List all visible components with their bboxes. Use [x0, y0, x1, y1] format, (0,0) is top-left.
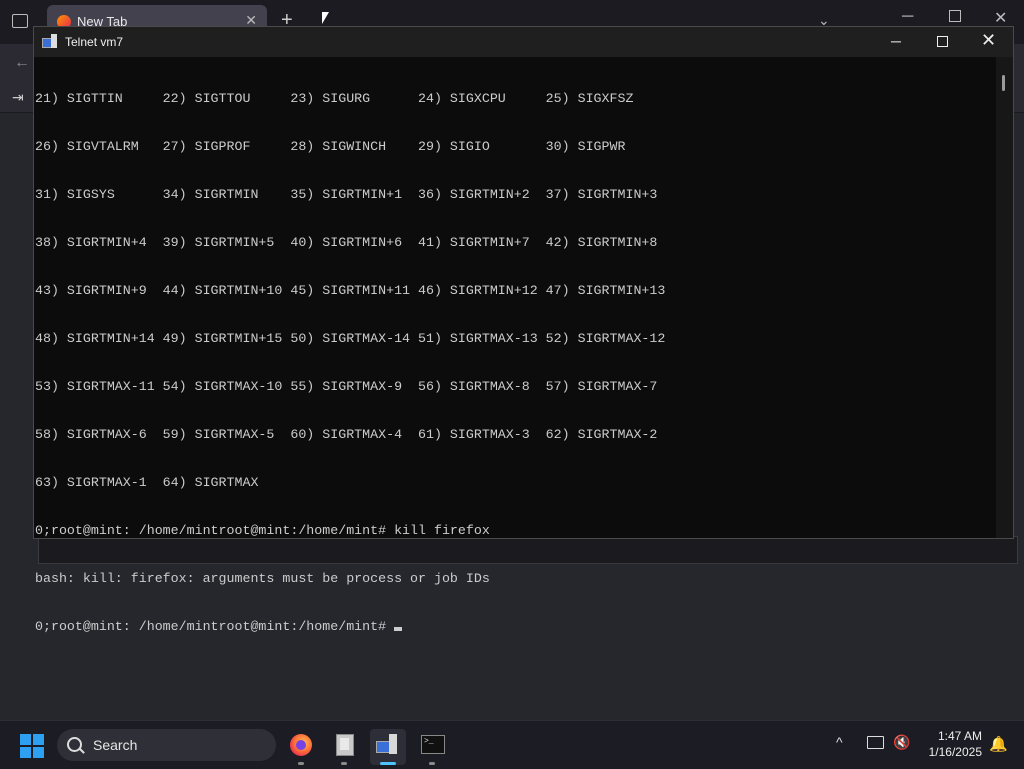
text-cursor [394, 627, 403, 631]
terminal-icon [421, 735, 445, 754]
prompt-line[interactable]: 0;root@mint: /home/mintroot@mint:/home/m… [35, 619, 995, 635]
minimize-button[interactable]: ─ [891, 33, 901, 49]
browser-close-button[interactable]: ✕ [994, 8, 1007, 28]
close-button[interactable]: ✕ [981, 31, 996, 49]
search-box[interactable]: Search [57, 729, 276, 761]
running-indicator [341, 762, 347, 765]
file-cabinet-icon [336, 734, 354, 756]
mouse-pointer-icon [322, 12, 329, 24]
console-line: 48) SIGRTMIN+14 49) SIGRTMIN+15 50) SIGR… [35, 331, 666, 346]
clock-time: 1:47 AM [937, 729, 982, 743]
taskbar-terminal[interactable] [414, 729, 450, 765]
firefox-icon [290, 734, 312, 756]
maximize-button[interactable] [937, 36, 948, 47]
back-arrow-icon[interactable]: ← [14, 54, 30, 72]
taskbar: Search ^ 🔇 1:47 AM 1/16/2025 🔔 [0, 720, 1024, 769]
volume-muted-icon[interactable]: 🔇 [893, 734, 910, 751]
console-line: 0;root@mint: /home/mintroot@mint:/home/m… [35, 523, 490, 538]
console-line: 43) SIGRTMIN+9 44) SIGRTMIN+10 45) SIGRT… [35, 283, 666, 298]
start-button[interactable] [20, 734, 44, 758]
telnet-app-icon [42, 34, 58, 48]
console-line: 58) SIGRTMAX-6 59) SIGRTMAX-5 60) SIGRTM… [35, 427, 658, 442]
running-indicator [429, 762, 435, 765]
sidebar-icon[interactable] [12, 14, 28, 28]
active-indicator [380, 762, 396, 765]
console-line: 53) SIGRTMAX-11 54) SIGRTMAX-10 55) SIGR… [35, 379, 658, 394]
console-output[interactable]: 21) SIGTTIN 22) SIGTTOU 23) SIGURG 24) S… [35, 59, 995, 634]
console-line: 63) SIGRTMAX-1 64) SIGRTMAX [35, 475, 259, 490]
console-line: bash: kill: firefox: arguments must be p… [35, 571, 490, 586]
clock-date: 1/16/2025 [928, 745, 982, 759]
network-icon[interactable] [867, 736, 884, 749]
browser-minimize-button[interactable]: ─ [902, 8, 913, 26]
console-line: 26) SIGVTALRM 27) SIGPROF 28) SIGWINCH 2… [35, 139, 626, 154]
taskbar-file-cabinet[interactable] [326, 729, 362, 765]
notification-bell-icon[interactable]: 🔔 [989, 735, 1008, 753]
vertical-scrollbar[interactable] [996, 57, 1013, 538]
running-indicator [298, 762, 304, 765]
taskbar-telnet[interactable] [370, 729, 406, 765]
console-line: 38) SIGRTMIN+4 39) SIGRTMIN+5 40) SIGRTM… [35, 235, 658, 250]
window-title: Telnet vm7 [65, 35, 124, 49]
scrollbar-thumb[interactable] [1002, 75, 1005, 91]
console-line: 21) SIGTTIN 22) SIGTTOU 23) SIGURG 24) S… [35, 91, 634, 106]
shell-prompt: 0;root@mint: /home/mintroot@mint:/home/m… [35, 619, 395, 634]
search-label: Search [93, 737, 138, 753]
show-hidden-icons-chevron-icon[interactable]: ^ [836, 734, 843, 750]
browser-restore-button[interactable] [949, 10, 961, 22]
taskbar-firefox[interactable] [283, 729, 319, 765]
clock[interactable]: 1:47 AM 1/16/2025 [920, 728, 982, 760]
console-line: 31) SIGSYS 34) SIGRTMIN 35) SIGRTMIN+1 3… [35, 187, 658, 202]
search-icon [67, 737, 82, 752]
telnet-titlebar[interactable]: Telnet vm7 ─ ✕ [34, 27, 1013, 57]
login-icon[interactable]: ⇥ [12, 89, 24, 106]
telnet-window[interactable]: Telnet vm7 ─ ✕ 21) SIGTTIN 22) SIGTTOU 2… [33, 26, 1014, 634]
